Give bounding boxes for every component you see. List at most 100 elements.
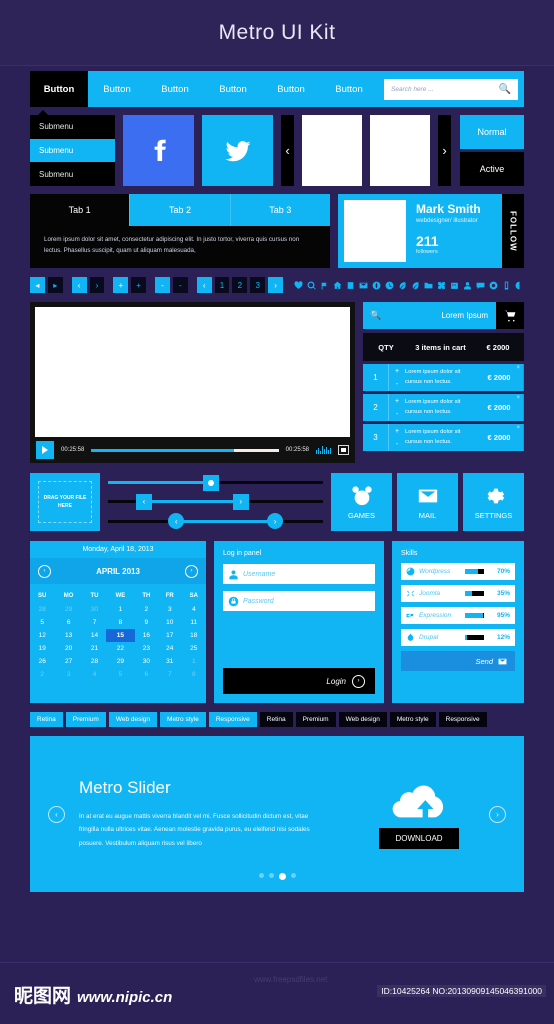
slider-handle-left[interactable]: ‹ (135, 493, 152, 510)
slider-next-button[interactable]: › (489, 805, 506, 823)
calendar-day-selected[interactable]: 15 (106, 629, 135, 642)
leaf-icon[interactable] (398, 281, 407, 290)
puzzle-icon[interactable] (437, 281, 446, 290)
comment-icon[interactable] (476, 281, 485, 290)
page-button-next-dark[interactable]: ▸ (47, 277, 63, 293)
calendar-day[interactable]: 30 (135, 655, 158, 668)
calendar-day[interactable]: 4 (83, 668, 106, 681)
calendar-day[interactable]: 23 (135, 642, 158, 655)
fullscreen-icon[interactable] (338, 445, 349, 455)
decrement-icon[interactable]: - (396, 381, 398, 388)
submenu-item-3[interactable]: Submenu (30, 162, 115, 187)
increment-icon[interactable]: + (395, 398, 399, 405)
range-slider-square[interactable]: ‹ › (108, 493, 323, 510)
tag[interactable]: Retina (30, 712, 63, 727)
calendar-day[interactable]: 25 (182, 642, 207, 655)
calendar-day[interactable]: 31 (158, 655, 181, 668)
leaf-alt-icon[interactable] (411, 281, 420, 290)
slider-handle-right[interactable]: › (267, 513, 284, 530)
page-button-plus-light[interactable]: + (113, 277, 129, 293)
slider-prev-button[interactable]: ‹ (48, 805, 65, 823)
calendar-day[interactable]: 2 (135, 603, 158, 616)
contrast-icon[interactable] (515, 281, 524, 290)
calendar-day[interactable]: 24 (158, 642, 181, 655)
calendar-day[interactable]: 5 (30, 616, 54, 629)
search-icon[interactable] (307, 281, 316, 290)
calendar-day[interactable]: 18 (182, 629, 207, 642)
calendar-day[interactable]: 28 (30, 603, 54, 616)
calendar-day[interactable]: 7 (83, 616, 106, 629)
download-button[interactable]: DOWNLOAD (379, 827, 459, 849)
slider-handle[interactable] (202, 474, 219, 491)
calendar-day[interactable]: 21 (83, 642, 106, 655)
home-icon[interactable] (333, 281, 342, 290)
calendar-day[interactable]: 29 (54, 603, 82, 616)
globe-icon[interactable] (372, 281, 381, 290)
play-button[interactable] (36, 441, 54, 459)
search-icon[interactable]: 🔍 (363, 310, 389, 321)
cart-quantity-stepper[interactable]: + - (389, 368, 405, 388)
tab-3[interactable]: Tab 3 (229, 194, 330, 226)
calendar-day[interactable]: 10 (158, 616, 181, 629)
close-icon[interactable]: × (516, 395, 520, 401)
nav-button-6[interactable]: Button (320, 71, 378, 107)
page-button-plus-dark[interactable]: + (131, 277, 147, 293)
tile-mail[interactable]: MAIL (397, 473, 458, 531)
tile-settings[interactable]: SETTINGS (463, 473, 524, 531)
close-icon[interactable]: × (516, 365, 520, 371)
calendar-day[interactable]: 17 (158, 629, 181, 642)
calendar-day[interactable]: 19 (30, 642, 54, 655)
gallery-thumb-1[interactable] (302, 115, 362, 186)
calendar-prev-button[interactable]: ‹ (38, 564, 51, 578)
tag[interactable]: Premium (65, 712, 106, 727)
page-button-minus-dark[interactable]: - (172, 277, 188, 293)
page-number-2[interactable]: 2 (232, 277, 248, 293)
password-field[interactable]: Password (223, 591, 375, 611)
calendar-day[interactable]: 1 (106, 603, 134, 616)
nav-button-5[interactable]: Button (262, 71, 320, 107)
increment-icon[interactable]: + (395, 368, 399, 375)
calendar-day[interactable]: 5 (106, 668, 134, 681)
calendar-next-button[interactable]: › (185, 564, 198, 578)
facebook-button[interactable] (123, 115, 194, 186)
calendar-day[interactable]: 6 (54, 616, 82, 629)
tab-1[interactable]: Tab 1 (30, 194, 130, 226)
calendar-day[interactable]: 30 (83, 603, 106, 616)
calendar-day[interactable]: 8 (182, 668, 207, 681)
calendar-day[interactable]: 3 (54, 668, 82, 681)
increment-icon[interactable]: + (395, 428, 399, 435)
tag[interactable]: Premium (295, 712, 336, 727)
calendar-day[interactable]: 6 (135, 668, 158, 681)
submenu-item-2[interactable]: Submenu (30, 138, 115, 163)
tag[interactable]: Web design (108, 712, 158, 727)
twitter-button[interactable] (202, 115, 273, 186)
calendar-day[interactable]: 2 (30, 668, 54, 681)
calendar-day[interactable]: 26 (30, 655, 54, 668)
user-icon[interactable] (463, 281, 472, 290)
range-slider-single[interactable] (108, 474, 323, 491)
slider-dot[interactable] (290, 873, 296, 878)
page-button-forward[interactable]: › (268, 277, 283, 293)
page-number-3[interactable]: 3 (250, 277, 266, 293)
page-button-back[interactable]: ‹ (196, 277, 212, 293)
nav-button-4[interactable]: Button (204, 71, 262, 107)
send-button[interactable]: Send (401, 651, 515, 671)
cart-quantity-stepper[interactable]: + - (389, 398, 405, 418)
book-icon[interactable] (346, 281, 355, 290)
search-input[interactable]: Search here ... 🔍 (384, 78, 518, 100)
normal-state-button[interactable]: Normal (460, 115, 524, 149)
mobile-icon[interactable] (502, 281, 511, 290)
flag-icon[interactable] (320, 281, 329, 290)
calendar-day[interactable]: 11 (182, 616, 207, 629)
nav-button-3[interactable]: Button (146, 71, 204, 107)
search-icon[interactable]: 🔍 (499, 84, 511, 95)
calendar-day[interactable]: 27 (54, 655, 82, 668)
gallery-prev-button[interactable]: ‹ (281, 115, 294, 186)
clock-icon[interactable] (385, 281, 394, 290)
slider-dot[interactable] (258, 873, 264, 878)
slider-handle-left[interactable]: ‹ (168, 513, 185, 530)
page-button-prev-solid[interactable]: ◂ (30, 277, 45, 293)
decrement-icon[interactable]: - (396, 411, 398, 418)
tile-games[interactable]: GAMES (331, 473, 392, 531)
gallery-thumb-2[interactable] (370, 115, 430, 186)
